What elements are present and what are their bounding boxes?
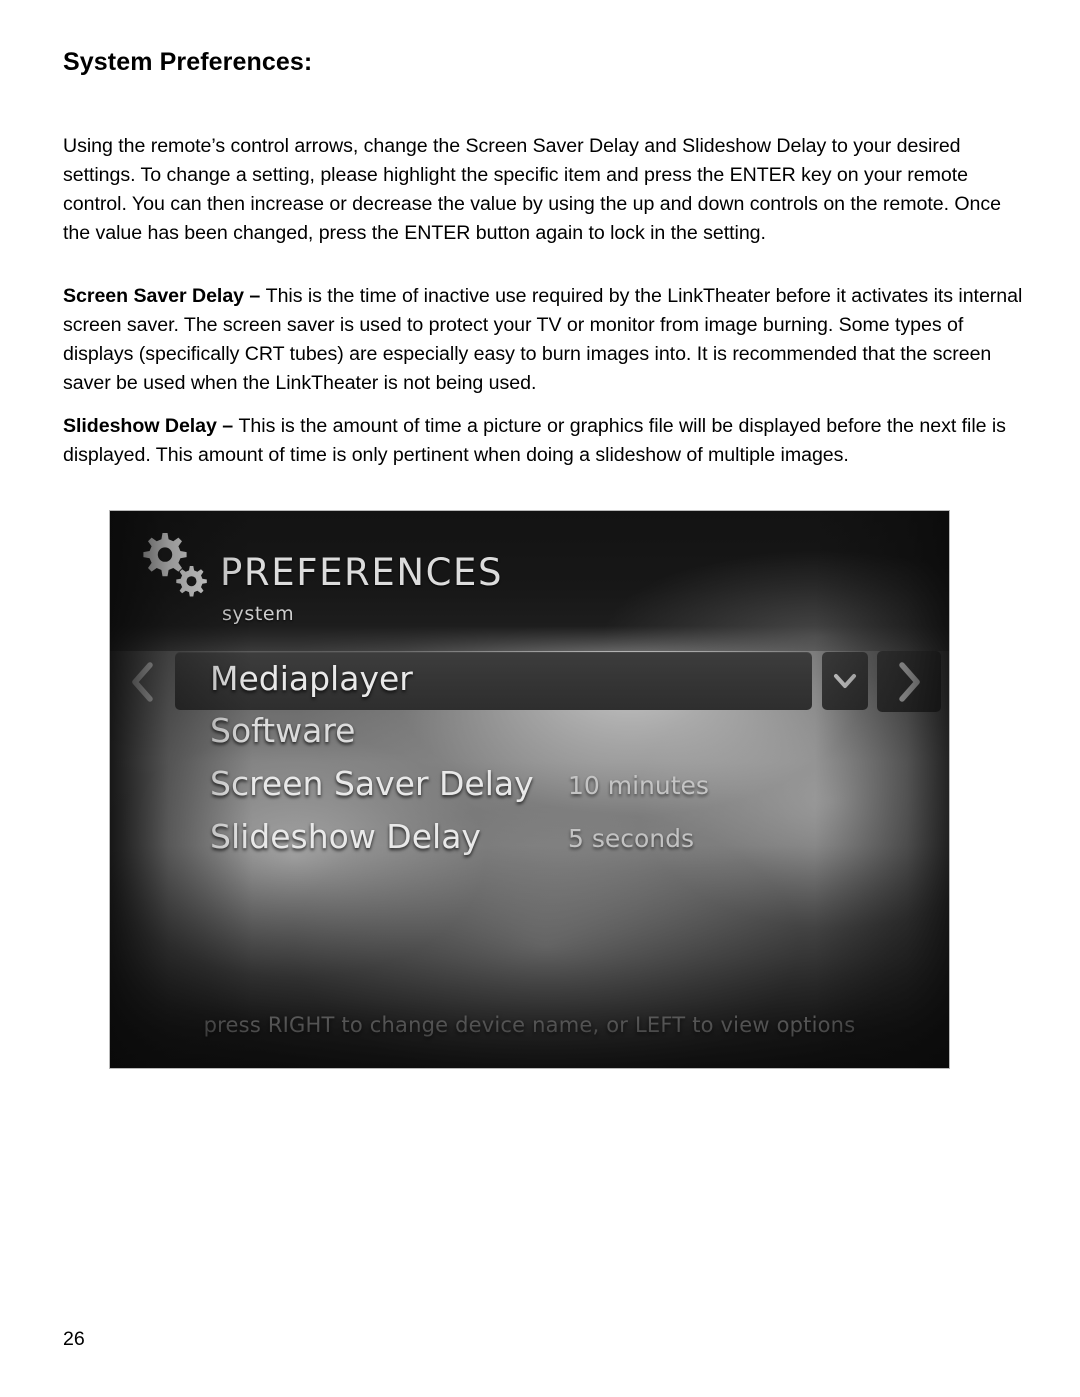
page-title: System Preferences: xyxy=(63,48,313,76)
screen-content: PREFERENCES system Mediaplayer Software … xyxy=(110,511,949,1068)
screen-footer-hint: press RIGHT to change device name, or LE… xyxy=(203,1013,856,1037)
paragraph-slideshow-delay: Slideshow Delay – This is the amount of … xyxy=(63,412,1031,470)
menu-row-software-label: Software xyxy=(210,711,356,750)
screen-brand-title: PREFERENCES xyxy=(220,551,504,594)
menu-row-slideshow-delay-label: Slideshow Delay xyxy=(210,817,481,856)
paragraph-screen-saver-delay-lead: Screen Saver Delay – xyxy=(63,284,266,307)
preferences-screen-figure: PREFERENCES system Mediaplayer Software … xyxy=(110,511,949,1068)
paragraph-intro-text: Using the remote’s control arrows, chang… xyxy=(63,134,1001,245)
gears-icon xyxy=(132,529,218,607)
manual-page: System Preferences: Using the remote’s c… xyxy=(0,0,1080,1397)
paragraph-slideshow-delay-lead: Slideshow Delay – xyxy=(63,414,239,437)
paragraph-screen-saver-delay: Screen Saver Delay – This is the time of… xyxy=(63,282,1031,399)
screen-brand-subtitle: system xyxy=(222,603,295,625)
page-number: 26 xyxy=(63,1328,85,1350)
chevron-right-icon[interactable] xyxy=(877,651,941,712)
chevron-left-icon[interactable] xyxy=(118,651,168,713)
menu-row-slideshow-delay-value: 5 seconds xyxy=(568,824,695,853)
chevron-down-icon[interactable] xyxy=(822,652,868,710)
paragraph-intro: Using the remote’s control arrows, chang… xyxy=(63,132,1031,249)
menu-row-mediaplayer-label: Mediaplayer xyxy=(210,659,413,698)
menu-row-screen-saver-delay-label: Screen Saver Delay xyxy=(210,764,534,803)
menu-row-screen-saver-delay-value: 10 minutes xyxy=(568,771,709,800)
